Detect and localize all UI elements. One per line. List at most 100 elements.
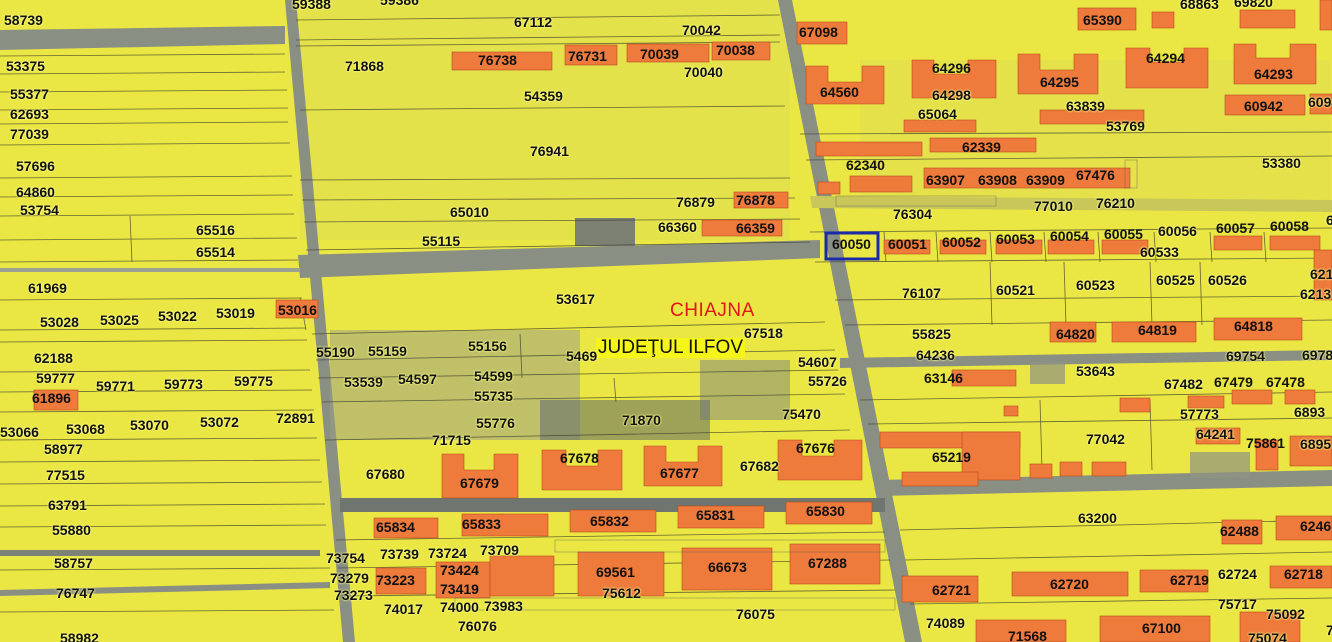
- parcel-label-76731[interactable]: 76731: [568, 48, 607, 64]
- parcel-label-76075[interactable]: 76075: [736, 606, 775, 622]
- parcel-label-60057[interactable]: 60057: [1216, 220, 1255, 236]
- parcel-label-53072[interactable]: 53072: [200, 414, 239, 430]
- parcel-label-64241[interactable]: 64241: [1196, 426, 1235, 442]
- parcel-label-65833[interactable]: 65833: [462, 516, 501, 532]
- parcel-label-76941[interactable]: 76941: [530, 143, 569, 159]
- parcel-label-76879[interactable]: 76879: [676, 194, 715, 210]
- parcel-label-60526[interactable]: 60526: [1208, 272, 1247, 288]
- parcel-label-60058[interactable]: 60058: [1270, 218, 1309, 234]
- parcel-label-76747[interactable]: 76747: [56, 585, 95, 601]
- parcel-label-62339[interactable]: 62339: [962, 139, 1001, 155]
- parcel-label-60054[interactable]: 60054: [1050, 228, 1089, 244]
- parcel-label-69820[interactable]: 69820: [1234, 0, 1273, 10]
- parcel-label-76304[interactable]: 76304: [893, 206, 932, 222]
- parcel-label-73223[interactable]: 73223: [376, 572, 415, 588]
- parcel-label-73724[interactable]: 73724: [428, 545, 467, 561]
- parcel-label-63200[interactable]: 63200: [1078, 510, 1117, 526]
- parcel-label-67478[interactable]: 67478: [1266, 374, 1305, 390]
- parcel-label-64296[interactable]: 64296: [932, 60, 971, 76]
- parcel-label-60056[interactable]: 60056: [1158, 223, 1197, 239]
- parcel-label-62718[interactable]: 62718: [1284, 566, 1323, 582]
- parcel-label-73419[interactable]: 73419: [440, 581, 479, 597]
- cadastral-map[interactable]: CHIAJNA JUDEŢUL ILFOV 58739 59388 59386 671…: [0, 0, 1332, 642]
- parcel-label-58739[interactable]: 58739: [4, 12, 43, 28]
- parcel-label-57773[interactable]: 57773: [1180, 406, 1219, 422]
- parcel-label-59775[interactable]: 59775: [234, 373, 273, 389]
- parcel-label-67679[interactable]: 67679: [460, 475, 499, 491]
- parcel-label-77010[interactable]: 77010: [1034, 198, 1073, 214]
- parcel-label-72891[interactable]: 72891: [276, 410, 315, 426]
- parcel-label-60942[interactable]: 60942: [1244, 98, 1283, 114]
- parcel-label-53643[interactable]: 53643: [1076, 363, 1115, 379]
- parcel-label-53617[interactable]: 53617: [556, 291, 595, 307]
- parcel-label-75074[interactable]: 75074: [1248, 630, 1287, 642]
- parcel-label-76107[interactable]: 76107: [902, 285, 941, 301]
- parcel-label-54597[interactable]: 54597: [398, 371, 437, 387]
- parcel-label-55776[interactable]: 55776: [476, 415, 515, 431]
- parcel-label-62719[interactable]: 62719: [1170, 572, 1209, 588]
- parcel-label-55377[interactable]: 55377: [10, 86, 49, 102]
- parcel-label-71868[interactable]: 71868: [345, 58, 384, 74]
- parcel-label-60050[interactable]: 60050: [832, 236, 871, 252]
- parcel-label-60055[interactable]: 60055: [1104, 226, 1143, 242]
- parcel-label-64298[interactable]: 64298: [932, 87, 971, 103]
- parcel-label-65390[interactable]: 65390: [1083, 12, 1122, 28]
- parcel-layer[interactable]: [0, 0, 1332, 642]
- parcel-label-59777[interactable]: 59777: [36, 370, 75, 386]
- parcel-label-70039[interactable]: 70039: [640, 46, 679, 62]
- parcel-label-55156[interactable]: 55156: [468, 338, 507, 354]
- parcel-label-65830[interactable]: 65830: [806, 503, 845, 519]
- parcel-label-57696[interactable]: 57696: [16, 158, 55, 174]
- parcel-label-67098[interactable]: 67098: [799, 24, 838, 40]
- parcel-label-69561[interactable]: 69561: [596, 564, 635, 580]
- parcel-label-67678[interactable]: 67678: [560, 450, 599, 466]
- parcel-label-60052[interactable]: 60052: [942, 234, 981, 250]
- parcel-label-62693[interactable]: 62693: [10, 106, 49, 122]
- parcel-label-67100[interactable]: 67100: [1142, 620, 1181, 636]
- parcel-label-64236[interactable]: 64236: [916, 347, 955, 363]
- parcel-label-76878[interactable]: 76878: [736, 192, 775, 208]
- parcel-label-60521[interactable]: 60521: [996, 282, 1035, 298]
- parcel-label-64818[interactable]: 64818: [1234, 318, 1273, 334]
- parcel-label-61896[interactable]: 61896: [32, 390, 71, 406]
- parcel-label-6246[interactable]: 6246: [1300, 518, 1331, 534]
- parcel-label-73754[interactable]: 73754: [326, 550, 365, 566]
- parcel-label-54607[interactable]: 54607: [798, 354, 837, 370]
- parcel-label-73424[interactable]: 73424: [440, 562, 479, 578]
- parcel-label-75470[interactable]: 75470: [782, 406, 821, 422]
- parcel-label-76076[interactable]: 76076: [458, 618, 497, 634]
- parcel-label-53754[interactable]: 53754: [20, 202, 59, 218]
- parcel-label-53068[interactable]: 53068: [66, 421, 105, 437]
- parcel-label-67680[interactable]: 67680: [366, 466, 405, 482]
- parcel-label-59388[interactable]: 59388: [292, 0, 331, 12]
- parcel-label-63839[interactable]: 63839: [1066, 98, 1105, 114]
- parcel-label-63791[interactable]: 63791: [48, 497, 87, 513]
- parcel-label-64293[interactable]: 64293: [1254, 66, 1293, 82]
- parcel-label-53380[interactable]: 53380: [1262, 155, 1301, 171]
- parcel-label-58982[interactable]: 58982: [60, 630, 99, 642]
- parcel-label-63907[interactable]: 63907: [926, 172, 965, 188]
- parcel-label-66360[interactable]: 66360: [658, 219, 697, 235]
- parcel-label-75612[interactable]: 75612: [602, 585, 641, 601]
- parcel-label-63908[interactable]: 63908: [978, 172, 1017, 188]
- parcel-label-58757[interactable]: 58757: [54, 555, 93, 571]
- parcel-label-62142[interactable]: 62142: [1310, 266, 1332, 282]
- parcel-label-66673[interactable]: 66673: [708, 559, 747, 575]
- parcel-label-74000[interactable]: 74000: [440, 599, 479, 615]
- parcel-label-55159[interactable]: 55159: [368, 343, 407, 359]
- parcel-label-65834[interactable]: 65834: [376, 519, 415, 535]
- parcel-label-53016[interactable]: 53016: [278, 302, 317, 318]
- parcel-label-67479[interactable]: 67479: [1214, 374, 1253, 390]
- parcel-label-55115[interactable]: 55115: [422, 233, 460, 249]
- parcel-label-67476[interactable]: 67476: [1076, 167, 1115, 183]
- parcel-label-71568[interactable]: 71568: [1008, 628, 1047, 642]
- parcel-label-7515[interactable]: 7515: [1326, 622, 1332, 638]
- parcel-label-53070[interactable]: 53070: [130, 417, 169, 433]
- parcel-label-73709[interactable]: 73709: [480, 542, 519, 558]
- parcel-label-65064[interactable]: 65064: [918, 106, 957, 122]
- parcel-label-67288[interactable]: 67288: [808, 555, 847, 571]
- parcel-label-76738[interactable]: 76738: [478, 52, 517, 68]
- parcel-label-55880[interactable]: 55880: [52, 522, 91, 538]
- parcel-label-65514[interactable]: 65514: [196, 244, 235, 260]
- parcel-label-61969[interactable]: 61969: [28, 280, 67, 296]
